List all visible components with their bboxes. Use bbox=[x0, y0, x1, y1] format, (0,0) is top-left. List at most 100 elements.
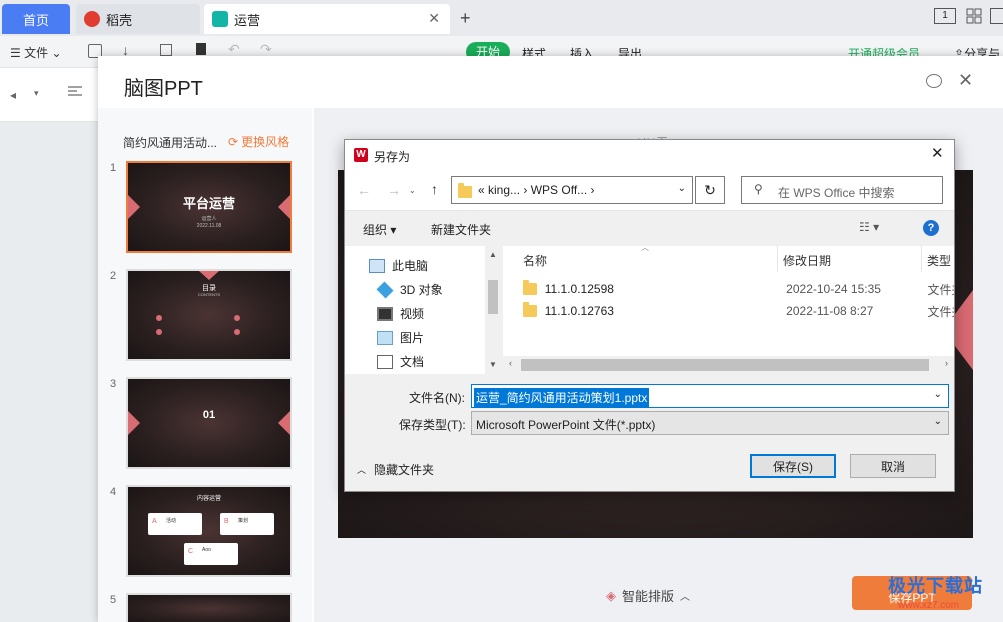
slide-thumbnail-2[interactable]: 目录 CONTENTS bbox=[126, 269, 292, 361]
thumb-title: 平台运营 bbox=[182, 196, 235, 211]
recent-dropdown-icon[interactable]: ⌄ bbox=[409, 186, 416, 195]
computer-icon bbox=[369, 258, 385, 273]
feedback-icon[interactable] bbox=[926, 74, 942, 88]
scroll-right-icon[interactable]: › bbox=[945, 358, 948, 368]
tree-scroll-thumb[interactable] bbox=[488, 280, 498, 314]
close-tab-icon[interactable]: ✕ bbox=[428, 10, 440, 27]
address-segment: king... bbox=[488, 183, 521, 197]
organize-label: 组织 bbox=[363, 223, 388, 237]
prev-icon[interactable]: ◂ bbox=[10, 88, 16, 102]
filetype-value: Microsoft PowerPoint 文件(*.pptx) bbox=[476, 418, 656, 432]
video-icon bbox=[377, 306, 393, 321]
card-label: 活动 bbox=[166, 518, 177, 524]
tree-scrollbar[interactable]: ▲ ▼ bbox=[485, 246, 501, 374]
picture-icon bbox=[377, 330, 393, 345]
search-icon: ⚲ bbox=[754, 182, 763, 196]
slide-thumbnail-4[interactable]: 内容运营 A 活动 B 策划 C Aoo bbox=[126, 485, 292, 577]
address-segment: WPS Off... bbox=[530, 183, 588, 197]
align-left-icon[interactable] bbox=[68, 86, 82, 101]
address-path: « king... › WPS Off... › bbox=[478, 183, 595, 197]
tab-yunying-label: 运营 bbox=[234, 12, 261, 28]
panel-toggle-icon[interactable]: 1 bbox=[934, 8, 956, 24]
close-panel-icon[interactable]: ✕ bbox=[958, 70, 973, 91]
export-icon[interactable] bbox=[160, 44, 172, 56]
card-label: Aoo bbox=[202, 547, 211, 553]
column-divider[interactable] bbox=[777, 246, 778, 272]
tree-item-pictures[interactable]: 图片 bbox=[377, 329, 424, 346]
tree-label: 3D 对象 bbox=[400, 283, 443, 297]
tab-yunying[interactable]: 运营 ✕ bbox=[204, 4, 450, 34]
refresh-icon: ↻ bbox=[704, 182, 716, 198]
tree-item-3d-objects[interactable]: 3D 对象 bbox=[376, 281, 443, 298]
scroll-up-icon[interactable]: ▲ bbox=[489, 250, 497, 259]
smart-layout-button[interactable]: ◈ 智能排版 ︿ bbox=[606, 586, 690, 605]
window-button-icon[interactable] bbox=[990, 8, 1003, 24]
tree-label: 图片 bbox=[400, 331, 425, 345]
refresh-icon: ⟳ bbox=[228, 134, 239, 149]
content-card: C Aoo bbox=[184, 543, 238, 565]
column-date[interactable]: 修改日期 bbox=[783, 252, 831, 269]
column-name[interactable]: 名称 bbox=[523, 252, 547, 269]
dropdown-icon[interactable]: ▾ bbox=[34, 88, 39, 99]
grid-view-icon[interactable] bbox=[966, 8, 982, 24]
column-type[interactable]: 类型 bbox=[927, 252, 954, 269]
dialog-close-icon[interactable]: ✕ bbox=[931, 144, 944, 162]
slide-thumbnail-1[interactable]: 平台运营 运营人 2022.11.08 bbox=[126, 161, 292, 253]
organize-menu[interactable]: 组织 ▾ bbox=[363, 221, 396, 238]
new-folder-button[interactable]: 新建文件夹 bbox=[431, 221, 491, 238]
hide-folders-label: 隐藏文件夹 bbox=[374, 463, 435, 477]
refresh-button[interactable]: ↻ bbox=[695, 176, 725, 204]
up-icon[interactable]: ↑ bbox=[431, 181, 438, 197]
horizontal-scrollbar[interactable]: ‹ › bbox=[503, 356, 954, 374]
bullet-dot bbox=[156, 315, 162, 321]
slide-thumbnail-5[interactable] bbox=[126, 593, 292, 622]
format-painter-icon[interactable] bbox=[196, 43, 206, 55]
address-bar[interactable]: « king... › WPS Off... › ⌄ bbox=[451, 176, 693, 204]
cancel-button[interactable]: 取消 bbox=[850, 454, 936, 478]
filetype-select[interactable]: Microsoft PowerPoint 文件(*.pptx) ⌄ bbox=[471, 411, 949, 435]
thumb-number: 4 bbox=[110, 486, 117, 498]
tree-item-documents[interactable]: 文档 bbox=[377, 353, 424, 370]
view-options-icon[interactable]: ☷ ▾ bbox=[859, 220, 879, 234]
file-date: 2022-11-08 8:27 bbox=[786, 304, 874, 318]
help-icon[interactable]: ? bbox=[923, 220, 939, 236]
thumb-number: 5 bbox=[110, 594, 117, 606]
search-field[interactable]: ⚲ 在 WPS Office 中搜索 bbox=[741, 176, 943, 204]
tree-label: 此电脑 bbox=[392, 259, 429, 273]
filetype-dropdown-icon[interactable]: ⌄ bbox=[934, 416, 942, 427]
content-card: A 活动 bbox=[148, 513, 202, 535]
template-name: 简约风通用活动... bbox=[123, 136, 218, 150]
tree-item-videos[interactable]: 视频 bbox=[377, 305, 424, 322]
file-date: 2022-10-24 15:35 bbox=[786, 282, 881, 296]
folder-icon bbox=[458, 183, 472, 198]
address-dropdown-icon[interactable]: ⌄ bbox=[678, 183, 686, 194]
forward-icon[interactable]: → bbox=[387, 182, 401, 198]
back-icon[interactable]: ← bbox=[357, 182, 371, 198]
search-placeholder: 在 WPS Office 中搜索 bbox=[778, 186, 895, 200]
scroll-left-icon[interactable]: ‹ bbox=[509, 358, 512, 368]
bullet-dot bbox=[234, 315, 240, 321]
dialog-titlebar bbox=[345, 140, 954, 170]
watermark-logo: 极光下载站 bbox=[888, 572, 983, 598]
scroll-down-icon[interactable]: ▼ bbox=[489, 360, 497, 369]
file-row[interactable]: 11.1.0.12763 2022-11-08 8:27 文件夹 bbox=[523, 300, 954, 322]
change-style-link[interactable]: ⟳ 更换风格 bbox=[228, 133, 289, 150]
filename-value: 运营_简约风通用活动策划1.pptx bbox=[474, 388, 650, 407]
mindmap-icon bbox=[212, 11, 228, 27]
filename-input[interactable]: 运营_简约风通用活动策划1.pptx ⌄ bbox=[471, 384, 949, 408]
hscroll-thumb[interactable] bbox=[521, 359, 929, 371]
filename-dropdown-icon[interactable]: ⌄ bbox=[934, 389, 942, 400]
tree-label: 文档 bbox=[400, 355, 425, 369]
hide-folders-toggle[interactable]: ︿ 隐藏文件夹 bbox=[357, 461, 434, 478]
column-divider[interactable] bbox=[921, 246, 922, 272]
save-as-dialog: W 另存为 ✕ ← → ⌄ ↑ « king... › WPS Off... ›… bbox=[344, 139, 955, 492]
tab-daoke-label: 稻壳 bbox=[106, 12, 133, 28]
save-button[interactable]: 保存(S) bbox=[750, 454, 836, 478]
file-menu[interactable]: ☰ 文件 ⌄ bbox=[10, 44, 62, 61]
file-row[interactable]: 11.1.0.12598 2022-10-24 15:35 文件夹 bbox=[523, 278, 954, 300]
slide-thumbnail-3[interactable]: 01 bbox=[126, 377, 292, 469]
tab-daoke[interactable]: 稻壳 bbox=[76, 4, 200, 34]
tab-home[interactable]: 首页 bbox=[2, 4, 70, 34]
new-tab-icon[interactable]: + bbox=[460, 8, 471, 29]
tree-item-this-pc[interactable]: 此电脑 bbox=[369, 257, 428, 274]
